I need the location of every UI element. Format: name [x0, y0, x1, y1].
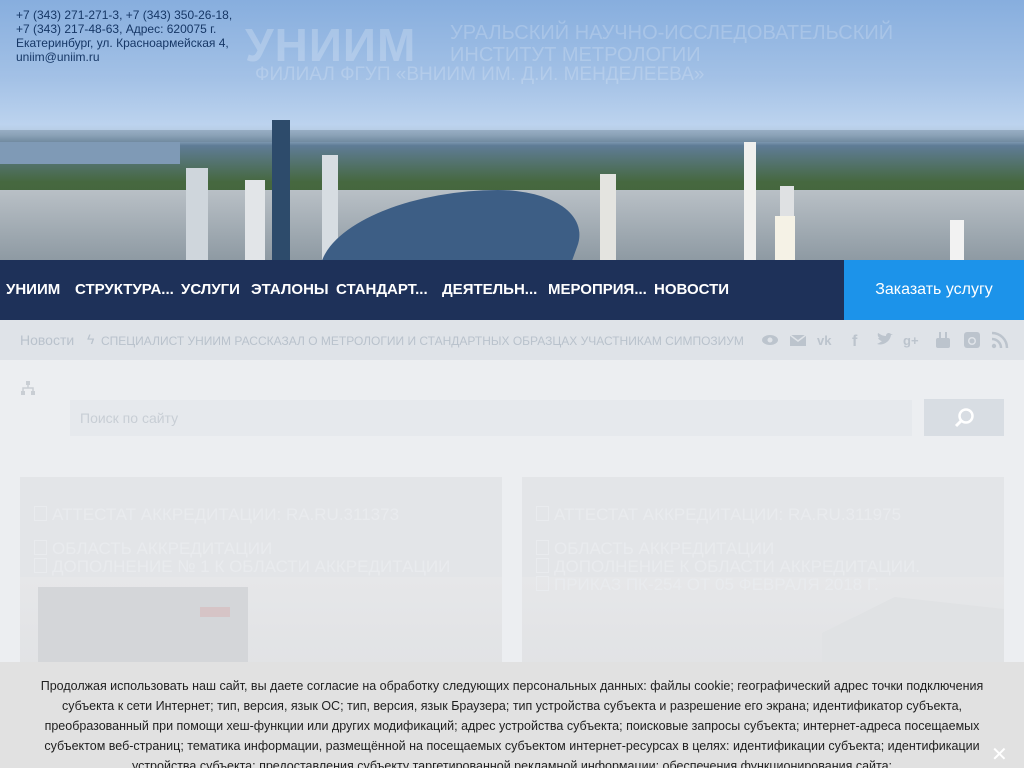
link-label: ОБЛАСТЬ АККРЕДИТАЦИИ — [52, 539, 273, 558]
mail-icon[interactable] — [788, 330, 808, 350]
pdf-icon — [34, 558, 47, 573]
accreditation-certificate-link[interactable]: АТТЕСТАТ АККРЕДИТАЦИИ: RA.RU.311373 — [34, 505, 399, 525]
nav-item-standards[interactable]: ЭТАЛОНЫ — [251, 260, 329, 320]
main-nav: УНИИМ СТРУКТУРА... УСЛУГИ ЭТАЛОНЫ СТАНДА… — [0, 260, 1024, 320]
accreditation-supplement-link[interactable]: ДОПОЛНЕНИЕ № 1 К ОБЛАСТИ АККРЕДИТАЦИИ — [34, 557, 450, 577]
nav-item-structure[interactable]: СТРУКТУРА... — [75, 260, 174, 320]
twitter-icon[interactable] — [875, 330, 895, 350]
nav-item-news[interactable]: НОВОСТИ — [654, 260, 729, 320]
nav-item-activity[interactable]: ДЕЯТЕЛЬН... — [442, 260, 537, 320]
site-subtitle: ФИЛИАЛ ФГУП «ВНИИМ ИМ. Д.И. МЕНДЕЛЕЕВА» — [255, 64, 705, 85]
nav-item-events[interactable]: МЕРОПРИЯ... — [548, 260, 647, 320]
breadcrumb: Новости ϟ СПЕЦИАЛИСТ УНИИМ РАССКАЗАЛ О М… — [0, 320, 1024, 360]
accreditation-scope-link[interactable]: ОБЛАСТЬ АККРЕДИТАЦИИ — [536, 539, 774, 559]
accreditation-scope-link[interactable]: ОБЛАСТЬ АККРЕДИТАЦИИ — [34, 539, 272, 559]
link-label: ПРИКАЗ ПК-254 ОТ 05 ФЕВРАЛЯ 2018 Г. — [554, 575, 879, 594]
link-label: АТТЕСТАТ АККРЕДИТАЦИИ: RA.RU.311975 — [554, 505, 902, 524]
svg-text:g+: g+ — [903, 333, 919, 348]
nav-item-services[interactable]: УСЛУГИ — [181, 260, 240, 320]
search-icon — [954, 408, 974, 428]
link-label: ДОПОЛНЕНИЕ № 1 К ОБЛАСТИ АККРЕДИТАЦИИ — [52, 557, 451, 576]
link-label: ОБЛАСТЬ АККРЕДИТАЦИИ — [554, 539, 775, 558]
google-plus-icon[interactable]: g+ — [903, 330, 923, 350]
svg-text:vk: vk — [817, 333, 832, 348]
breadcrumb-home-link[interactable]: Новости — [20, 332, 74, 348]
bolt-icon: ϟ — [87, 331, 95, 347]
eye-icon[interactable] — [760, 330, 780, 350]
order-service-button[interactable]: Заказать услугу — [844, 260, 1024, 320]
link-label: АТТЕСТАТ АККРЕДИТАЦИИ: RA.RU.311373 — [52, 505, 400, 524]
cookie-consent-text: Продолжая использовать наш сайт, вы дает… — [40, 679, 984, 768]
header-banner: УНИИМ УРАЛЬСКИЙ НАУЧНО-ИССЛЕДОВАТЕЛЬСКИЙ… — [0, 0, 1024, 260]
breadcrumb-current: СПЕЦИАЛИСТ УНИИМ РАССКАЗАЛ О МЕТРОЛОГИИ … — [101, 334, 744, 348]
pdf-icon — [536, 506, 549, 521]
nav-item-standard-samples[interactable]: СТАНДАРТ... — [336, 260, 428, 320]
pdf-icon — [536, 540, 549, 555]
facebook-icon[interactable]: f — [846, 330, 866, 350]
order-document-link[interactable]: ПРИКАЗ ПК-254 ОТ 05 ФЕВРАЛЯ 2018 Г. — [536, 575, 879, 595]
accreditation-supplement-link[interactable]: ДОПОЛНЕНИЕ К ОБЛАСТИ АККРЕДИТАЦИИ. — [536, 557, 920, 577]
pdf-icon — [34, 506, 47, 521]
nav-item-uniim[interactable]: УНИИМ — [6, 260, 60, 320]
search-input[interactable] — [70, 400, 912, 436]
contact-info: +7 (343) 271-271-3, +7 (343) 350-26-18, … — [16, 8, 233, 64]
cookie-consent-bar: Продолжая использовать наш сайт, вы дает… — [0, 662, 1024, 768]
pdf-icon — [34, 540, 47, 555]
vk-icon[interactable]: vk — [816, 330, 836, 350]
close-icon[interactable]: ✕ — [991, 742, 1008, 767]
instagram-icon[interactable] — [962, 330, 982, 350]
youtube-icon[interactable] — [933, 330, 953, 350]
search-button[interactable] — [924, 399, 1004, 436]
link-label: ДОПОЛНЕНИЕ К ОБЛАСТИ АККРЕДИТАЦИИ. — [554, 557, 920, 576]
site-title: УРАЛЬСКИЙ НАУЧНО-ИССЛЕДОВАТЕЛЬСКИЙ ИНСТИ… — [450, 22, 894, 66]
svg-text:f: f — [852, 333, 858, 350]
sitemap-icon[interactable] — [20, 380, 36, 401]
pdf-icon — [536, 558, 549, 573]
pdf-icon — [536, 576, 549, 591]
accreditation-certificate-link[interactable]: АТТЕСТАТ АККРЕДИТАЦИИ: RA.RU.311975 — [536, 505, 901, 525]
rss-icon[interactable] — [990, 330, 1010, 350]
